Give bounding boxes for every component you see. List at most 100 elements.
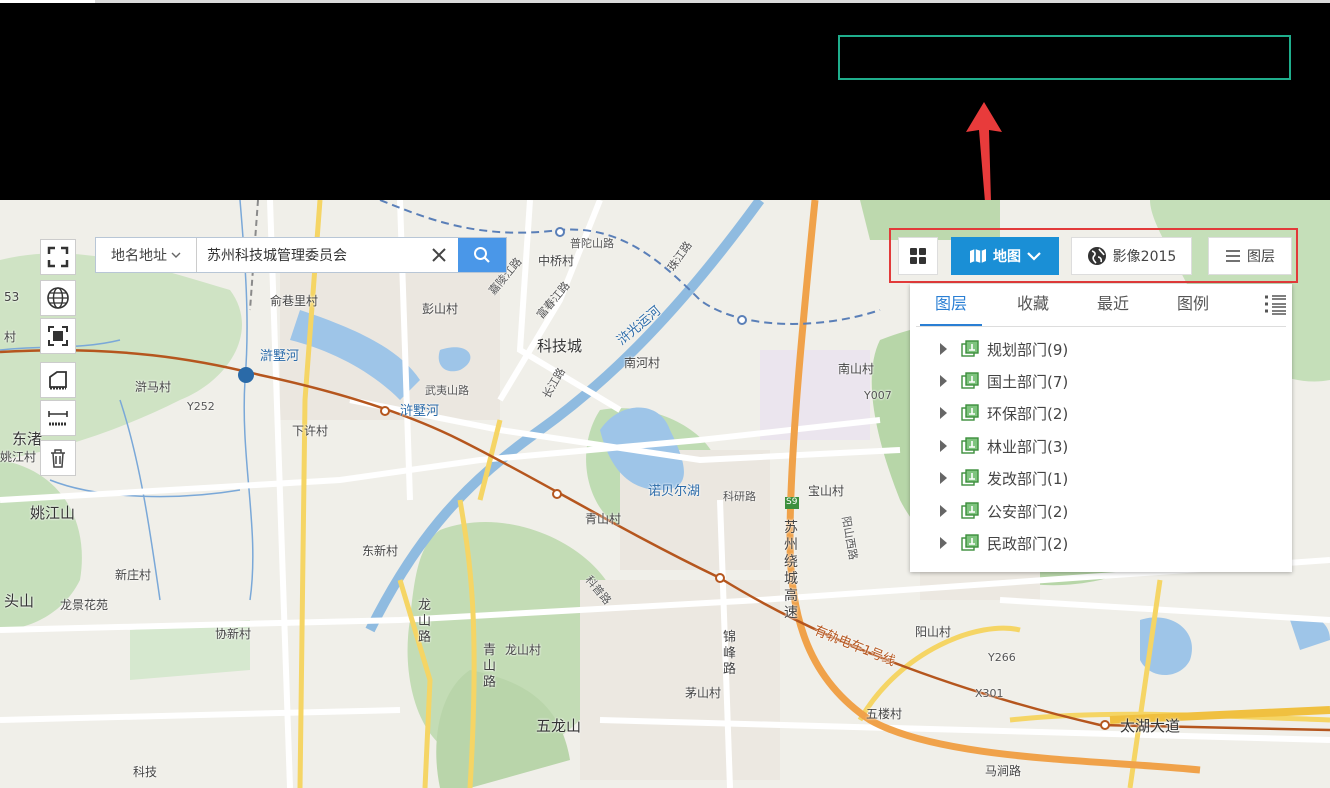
map-label: 五楼村 xyxy=(866,707,903,721)
clear-search-button[interactable] xyxy=(420,238,458,272)
map-type-bar: 地图 影像2015 图层 xyxy=(898,236,1292,276)
layer-item[interactable]: 规划部门(9) xyxy=(940,336,1068,362)
imagery-label: 影像2015 xyxy=(1112,249,1177,265)
chevron-down-icon xyxy=(1027,252,1041,261)
measure-area-button[interactable] xyxy=(40,362,76,398)
map-label: 科技城 xyxy=(537,337,583,355)
map-label: 南河村 xyxy=(624,356,661,370)
map-label: 青山村 xyxy=(585,512,622,526)
map-label: 村 xyxy=(4,330,17,344)
measure-distance-button[interactable] xyxy=(40,400,76,436)
search-box: 地名地址 xyxy=(95,237,507,273)
map-label: 滸马村 xyxy=(135,380,172,394)
map-label: X301 xyxy=(975,687,1004,700)
tab-layers[interactable]: 图层 xyxy=(920,284,982,326)
measure-area-icon xyxy=(49,371,67,390)
close-icon xyxy=(432,248,446,262)
map-label: 中桥村 xyxy=(538,254,575,268)
map-label: 锦峰路 xyxy=(723,630,737,677)
layer-group-icon xyxy=(961,372,979,389)
search-type-dropdown[interactable]: 地名地址 xyxy=(96,238,197,272)
map-label: 龙景花苑 xyxy=(60,598,109,612)
layer-label: 规划部门(9) xyxy=(987,340,1069,359)
map-label: 普陀山路 xyxy=(570,237,614,250)
map-label: 太湖大道 xyxy=(1120,717,1181,735)
search-button[interactable] xyxy=(458,238,506,272)
expand-triangle-icon[interactable] xyxy=(940,505,947,517)
extent-button[interactable] xyxy=(40,318,76,354)
layer-label: 环保部门(2) xyxy=(987,404,1069,423)
expand-triangle-icon[interactable] xyxy=(940,440,947,452)
menu-icon xyxy=(1226,250,1240,262)
layers-label: 图层 xyxy=(1247,249,1275,265)
layer-item[interactable]: 林业部门(3) xyxy=(940,433,1068,459)
layer-group-icon xyxy=(961,502,979,519)
map-label: 协新村 xyxy=(215,627,252,641)
layer-group-icon xyxy=(961,437,979,454)
full-extent-icon xyxy=(48,326,68,346)
layer-label: 民政部门(2) xyxy=(987,534,1069,553)
globe-button[interactable] xyxy=(40,280,76,316)
map-label: 阳山村 xyxy=(915,625,952,639)
expand-triangle-icon[interactable] xyxy=(940,407,947,419)
map-label: S9 xyxy=(786,497,798,507)
map-label: 科技 xyxy=(133,765,158,779)
grid-toggle-button[interactable] xyxy=(898,237,938,275)
imagery-button[interactable]: 影像2015 xyxy=(1071,237,1192,275)
clear-button[interactable] xyxy=(40,440,76,476)
map-label: 下许村 xyxy=(292,424,329,438)
map-label: 俞巷里村 xyxy=(270,294,319,308)
layer-item[interactable]: 环保部门(2) xyxy=(940,400,1068,426)
trash-icon xyxy=(51,449,65,468)
black-banner xyxy=(0,0,1330,200)
layers-button[interactable]: 图层 xyxy=(1208,237,1292,275)
map-label: 茅山村 xyxy=(685,686,722,700)
layer-label: 国土部门(7) xyxy=(987,372,1069,391)
panel-tabs: 图层 收藏 最近 图例 xyxy=(916,284,1286,327)
active-tab[interactable] xyxy=(0,0,95,3)
map-label: 东渚 xyxy=(12,430,43,448)
map-label: 苏州绕城高速 xyxy=(784,520,798,621)
map-label: 龙山村 xyxy=(505,643,542,657)
expand-triangle-icon[interactable] xyxy=(940,537,947,549)
layer-item[interactable]: 发改部门(1) xyxy=(940,465,1068,491)
browser-tab-strip xyxy=(0,0,1330,3)
red-arrow-annotation xyxy=(966,102,1002,202)
layer-item[interactable]: 民政部门(2) xyxy=(940,530,1068,556)
map-label: 龙山路 xyxy=(418,598,432,645)
expand-icon xyxy=(47,246,69,268)
tab-favorites[interactable]: 收藏 xyxy=(1002,284,1064,326)
map-label: 东新村 xyxy=(362,544,399,558)
fullscreen-button[interactable] xyxy=(40,239,76,275)
map-label: 武夷山路 xyxy=(425,384,469,397)
map-type-button[interactable]: 地图 xyxy=(951,237,1059,275)
expand-triangle-icon[interactable] xyxy=(940,343,947,355)
map-label: 头山 xyxy=(4,592,35,610)
map-label: 浒墅河 xyxy=(400,404,440,419)
layer-item[interactable]: 国土部门(7) xyxy=(940,368,1068,394)
expand-triangle-icon[interactable] xyxy=(940,375,947,387)
list-view-icon[interactable] xyxy=(1263,294,1287,316)
map-label: 姚江山 xyxy=(30,504,76,522)
grid-icon xyxy=(910,248,926,264)
chevron-down-icon xyxy=(171,252,181,258)
map-label: Y007 xyxy=(864,389,892,402)
map-label: 马涧路 xyxy=(985,764,1022,778)
map-label: 新庄村 xyxy=(115,568,152,582)
map-label: 五龙山 xyxy=(536,717,582,735)
earth-icon xyxy=(1087,247,1106,265)
expand-triangle-icon[interactable] xyxy=(940,472,947,484)
tab-legend[interactable]: 图例 xyxy=(1162,284,1224,326)
tab-recent[interactable]: 最近 xyxy=(1082,284,1144,326)
map-label: 青山路 xyxy=(483,643,497,690)
map-label: 科研路 xyxy=(723,490,756,503)
layer-group-icon xyxy=(961,340,979,357)
map-label: 宝山村 xyxy=(808,484,845,498)
map-label: 南山村 xyxy=(838,362,875,376)
map-label: 滸墅河 xyxy=(260,349,300,364)
layer-item[interactable]: 公安部门(2) xyxy=(940,498,1068,524)
search-input[interactable] xyxy=(197,238,420,272)
layer-group-icon xyxy=(961,469,979,486)
map-icon xyxy=(970,249,986,263)
ruler-icon xyxy=(48,411,68,426)
